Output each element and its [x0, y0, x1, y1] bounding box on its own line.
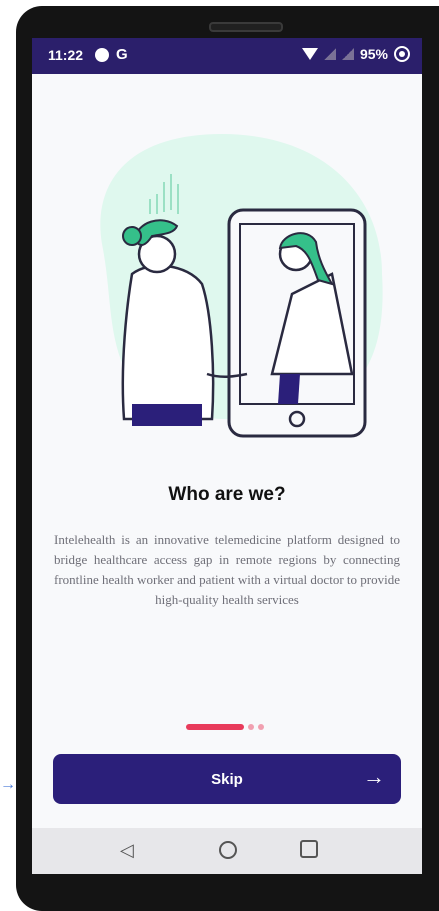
- onboarding-title: Who are we?: [168, 484, 286, 505]
- home-icon[interactable]: [219, 841, 237, 859]
- health-worker-pants: [132, 404, 202, 426]
- status-bar: 11:22 G 95%: [32, 38, 422, 74]
- back-icon[interactable]: ◁: [120, 840, 134, 861]
- onboarding-description: Intelehealth is an innovative telemedici…: [54, 532, 400, 607]
- page-indicator: [186, 723, 264, 731]
- page-indicator-dot: [248, 724, 254, 730]
- google-icon: G: [116, 46, 128, 63]
- page-indicator-active: [186, 724, 244, 730]
- notification-icon: [95, 48, 109, 62]
- page-indicator-dot: [258, 724, 264, 730]
- app-screen: 11:22 G 95% Who are we? Intelehealth is …: [32, 38, 422, 874]
- telemedicine-illustration: [100, 134, 383, 438]
- signal-icon-2: [341, 48, 354, 60]
- skip-button[interactable]: Skip →: [53, 754, 401, 804]
- status-time: 11:22: [48, 47, 84, 63]
- skip-button-label: Skip: [211, 770, 243, 788]
- arrow-right-icon: →: [363, 764, 385, 789]
- system-nav-bar: ◁: [32, 828, 422, 874]
- health-worker-coat: [121, 264, 215, 421]
- recents-icon[interactable]: [300, 840, 318, 858]
- doctor-legs: [278, 374, 300, 404]
- status-right-group: 95%: [301, 46, 410, 62]
- signal-icon: [323, 48, 336, 60]
- speaker-grille: [209, 22, 283, 32]
- pointer-arrow-icon: →: [0, 776, 16, 793]
- wifi-icon: [301, 48, 318, 60]
- hair-bun: [122, 226, 142, 246]
- battery-percent: 95%: [359, 46, 388, 62]
- battery-icon: [394, 46, 410, 62]
